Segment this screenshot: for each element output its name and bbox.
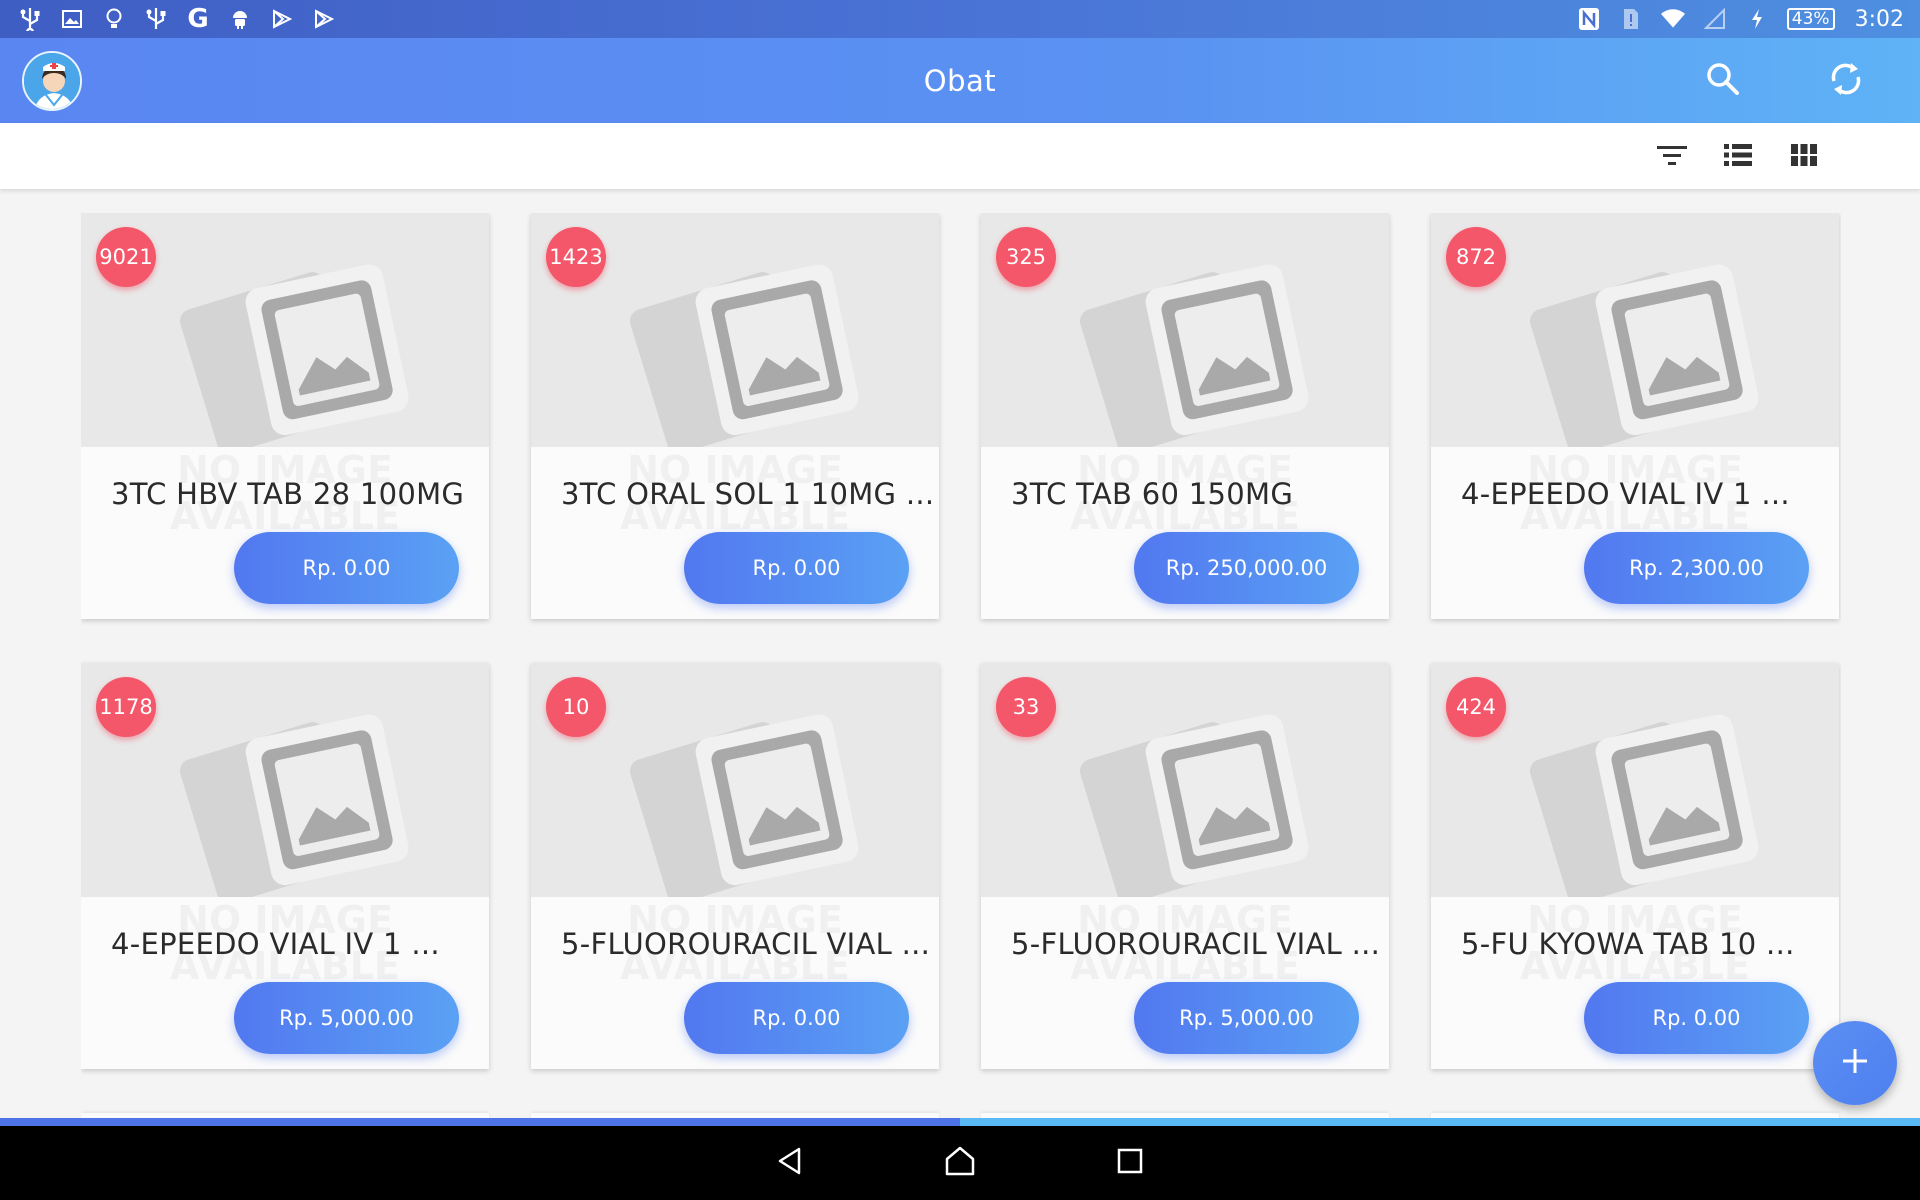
charging-icon <box>1745 7 1769 31</box>
back-icon <box>775 1146 805 1180</box>
product-name: 3TC HBV TAB 28 100MG <box>111 477 465 511</box>
product-name: 3TC ORAL SOL 1 10MG ... <box>561 477 931 511</box>
product-name: 5-FLUOROURACIL VIAL ... <box>1011 927 1381 961</box>
search-icon <box>1705 61 1741 101</box>
play-store-icon <box>270 7 294 31</box>
battery-level: 43% <box>1786 8 1835 30</box>
stock-badge: 1423 <box>546 227 606 287</box>
view-toolbar <box>0 123 1920 189</box>
product-card[interactable]: NO IMAGEAVAILABLE4245-FU KYOWA TAB 10 ..… <box>1431 663 1839 1069</box>
price-button[interactable]: Rp. 0.00 <box>684 982 909 1054</box>
product-card[interactable]: NO IMAGEAVAILABLE335-FLUOROURACIL VIAL .… <box>981 663 1389 1069</box>
loading-progress-fill <box>0 1118 960 1126</box>
product-card[interactable]: NO IMAGEAVAILABLE90213TC HBV TAB 28 100M… <box>81 213 489 619</box>
signal-icon <box>1703 7 1727 31</box>
product-card[interactable]: NO IMAGEAVAILABLE3253TC TAB 60 150MGRp. … <box>981 213 1389 619</box>
status-bar-system: 43% 3:02 <box>1577 7 1904 32</box>
list-view-icon <box>1724 143 1752 171</box>
price-button[interactable]: Rp. 0.00 <box>234 532 459 604</box>
add-product-button[interactable] <box>1813 1021 1897 1105</box>
play-store-icon <box>312 7 336 31</box>
price-button[interactable]: Rp. 0.00 <box>1584 982 1809 1054</box>
app-bar: Obat <box>0 38 1920 123</box>
recents-button[interactable] <box>1110 1143 1150 1183</box>
filter-button[interactable] <box>1654 139 1690 175</box>
wifi-icon <box>1660 7 1685 31</box>
product-name: 5-FU KYOWA TAB 10 ... <box>1461 927 1795 961</box>
price-button[interactable]: Rp. 2,300.00 <box>1584 532 1809 604</box>
recents-icon <box>1116 1147 1144 1179</box>
product-name: 3TC TAB 60 150MG <box>1011 477 1294 511</box>
add-icon <box>1840 1040 1870 1086</box>
price-button[interactable]: Rp. 250,000.00 <box>1134 532 1359 604</box>
stock-badge: 325 <box>996 227 1056 287</box>
back-button[interactable] <box>770 1143 810 1183</box>
filter-icon <box>1657 144 1687 170</box>
product-card[interactable]: NO IMAGEAVAILABLE8724-EPEEDO VIAL IV 1 .… <box>1431 213 1839 619</box>
status-bar-notifications: G <box>18 4 336 34</box>
price-button[interactable]: Rp. 0.00 <box>684 532 909 604</box>
product-name: 4-EPEEDO VIAL IV 1 ... <box>1461 477 1790 511</box>
home-button[interactable] <box>940 1143 980 1183</box>
system-nav-bar <box>0 1126 1920 1200</box>
grid-view-button[interactable] <box>1786 139 1822 175</box>
android-icon <box>228 7 252 31</box>
stock-badge: 1178 <box>96 677 156 737</box>
loading-progress-bar <box>0 1118 1920 1126</box>
sim-alert-icon <box>1619 7 1643 31</box>
product-name: 4-EPEEDO VIAL IV 1 ... <box>111 927 440 961</box>
product-card[interactable]: NO IMAGEAVAILABLE14233TC ORAL SOL 1 10MG… <box>531 213 939 619</box>
google-icon: G <box>187 4 209 34</box>
stock-badge: 33 <box>996 677 1056 737</box>
page-title: Obat <box>923 63 997 98</box>
product-grid: NO IMAGEAVAILABLE90213TC HBV TAB 28 100M… <box>81 213 1841 1118</box>
refresh-button[interactable] <box>1821 56 1871 106</box>
home-icon <box>944 1146 976 1180</box>
product-card[interactable]: NO IMAGEAVAILABLE105-FLUOROURACIL VIAL .… <box>531 663 939 1069</box>
status-bar: G 43% 3:02 <box>0 0 1920 38</box>
list-view-button[interactable] <box>1720 139 1756 175</box>
nfc-icon <box>1577 7 1601 31</box>
stock-badge: 424 <box>1446 677 1506 737</box>
price-button[interactable]: Rp. 5,000.00 <box>1134 982 1359 1054</box>
stock-badge: 872 <box>1446 227 1506 287</box>
product-name: 5-FLUOROURACIL VIAL ... <box>561 927 931 961</box>
usb-debug-icon <box>144 7 168 31</box>
stock-badge: 10 <box>546 677 606 737</box>
image-icon <box>60 7 84 31</box>
avatar[interactable] <box>22 51 82 111</box>
refresh-icon <box>1826 59 1866 103</box>
price-button[interactable]: Rp. 5,000.00 <box>234 982 459 1054</box>
clock: 3:02 <box>1854 6 1904 32</box>
stock-badge: 9021 <box>96 227 156 287</box>
grid-view-icon <box>1791 143 1817 171</box>
search-button[interactable] <box>1698 56 1748 106</box>
product-card[interactable]: NO IMAGEAVAILABLE11784-EPEEDO VIAL IV 1 … <box>81 663 489 1069</box>
lightbulb-icon <box>102 7 126 31</box>
usb-icon <box>18 7 42 31</box>
